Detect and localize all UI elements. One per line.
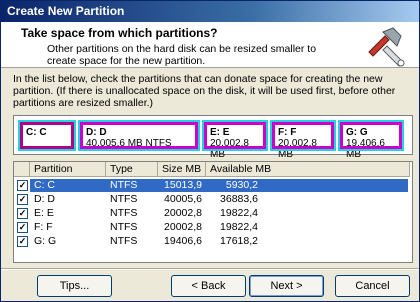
cell-size: 15013,9 [164, 179, 202, 191]
disk-map-partition-c[interactable]: C: C [18, 120, 76, 151]
cell-partition: C: C [34, 179, 55, 191]
cell-partition: F: F [34, 221, 53, 233]
cell-available: 5930,2 [225, 179, 258, 191]
cell-available: 19822,4 [220, 207, 258, 219]
row-checkbox[interactable]: ✓ [17, 208, 28, 219]
instructions-text: In the list below, check the partitions … [13, 73, 396, 109]
table-row[interactable]: ✓ F: F NTFS 20002,8 19822,4 [14, 221, 412, 234]
page-title: Take space from which partitions? [21, 26, 218, 40]
row-checkbox[interactable]: ✓ [17, 222, 28, 233]
cell-type: NTFS [110, 193, 138, 205]
row-checkbox[interactable]: ✓ [17, 194, 28, 205]
cell-available: 19822,4 [220, 221, 258, 233]
page-subtitle: Other partitions on the hard disk can be… [47, 43, 317, 67]
row-checkbox[interactable]: ✓ [17, 236, 28, 247]
partition-info: 40.005,6 MB NTFS [86, 138, 172, 149]
column-header-check[interactable] [14, 162, 30, 177]
cell-size: 20002,8 [164, 207, 202, 219]
table-row[interactable]: ✓ D: D NTFS 40005,6 36883,6 [14, 193, 412, 206]
partition-info: 20.002,8 MB [210, 138, 249, 160]
partition-info: 19.406,6 MB [346, 138, 385, 160]
cell-type: NTFS [110, 207, 138, 219]
disk-map-partition-e[interactable]: E: E 20.002,8 MB [202, 120, 268, 160]
back-button[interactable]: < Back [171, 275, 246, 297]
partition-label: C: C [26, 127, 47, 138]
cell-available: 36883,6 [220, 193, 258, 205]
partition-label: F: F [278, 127, 297, 138]
footer-divider [1, 268, 419, 270]
cell-size: 40005,6 [164, 193, 202, 205]
next-button[interactable]: Next > [249, 275, 324, 297]
cell-available: 17618,2 [220, 235, 258, 247]
column-header-type[interactable]: Type [106, 162, 158, 177]
disk-map-partition-f[interactable]: F: F 20.002,8 MB [270, 120, 336, 160]
cell-size: 19406,6 [164, 235, 202, 247]
hammer-wrench-icon [363, 22, 409, 68]
cell-size: 20002,8 [164, 221, 202, 233]
partition-info: 20.002,8 MB [278, 138, 317, 160]
table-row[interactable]: ✓ E: E NTFS 20002,8 19822,4 [14, 207, 412, 220]
partition-label: D: D [86, 127, 107, 138]
column-header-available[interactable]: Available MB [206, 162, 410, 177]
cell-partition: D: D [34, 193, 55, 205]
table-row[interactable]: ✓ C: C NTFS 15013,9 5930,2 [14, 179, 412, 192]
partition-label: G: G [346, 127, 368, 138]
cell-partition: G: G [34, 235, 57, 247]
tips-button[interactable]: Tips... [37, 275, 112, 297]
column-header-partition[interactable]: Partition [30, 162, 106, 177]
cell-type: NTFS [110, 235, 138, 247]
cell-type: NTFS [110, 179, 138, 191]
cell-partition: E: E [34, 207, 54, 219]
cell-type: NTFS [110, 221, 138, 233]
window-title: Create New Partition [1, 1, 419, 22]
table-header: Partition Type Size MB Available MB [14, 162, 412, 177]
cancel-button[interactable]: Cancel [335, 275, 410, 297]
disk-map-partition-d[interactable]: D: D 40.005,6 MB NTFS [78, 120, 200, 151]
disk-map-partition-g[interactable]: G: G 19.406,6 MB [338, 120, 404, 160]
partition-label: E: E [210, 127, 230, 138]
wizard-header: Take space from which partitions? Other … [1, 22, 419, 68]
table-row[interactable]: ✓ G: G NTFS 19406,6 17618,2 [14, 235, 412, 248]
row-checkbox[interactable]: ✓ [17, 180, 28, 191]
create-partition-dialog: Create New Partition Take space from whi… [0, 0, 420, 302]
column-header-size[interactable]: Size MB [158, 162, 206, 177]
partition-list[interactable]: Partition Type Size MB Available MB ✓ C:… [13, 161, 413, 263]
disk-map: C: C D: D 40.005,6 MB NTFS E: E 20.002,8… [13, 115, 413, 160]
